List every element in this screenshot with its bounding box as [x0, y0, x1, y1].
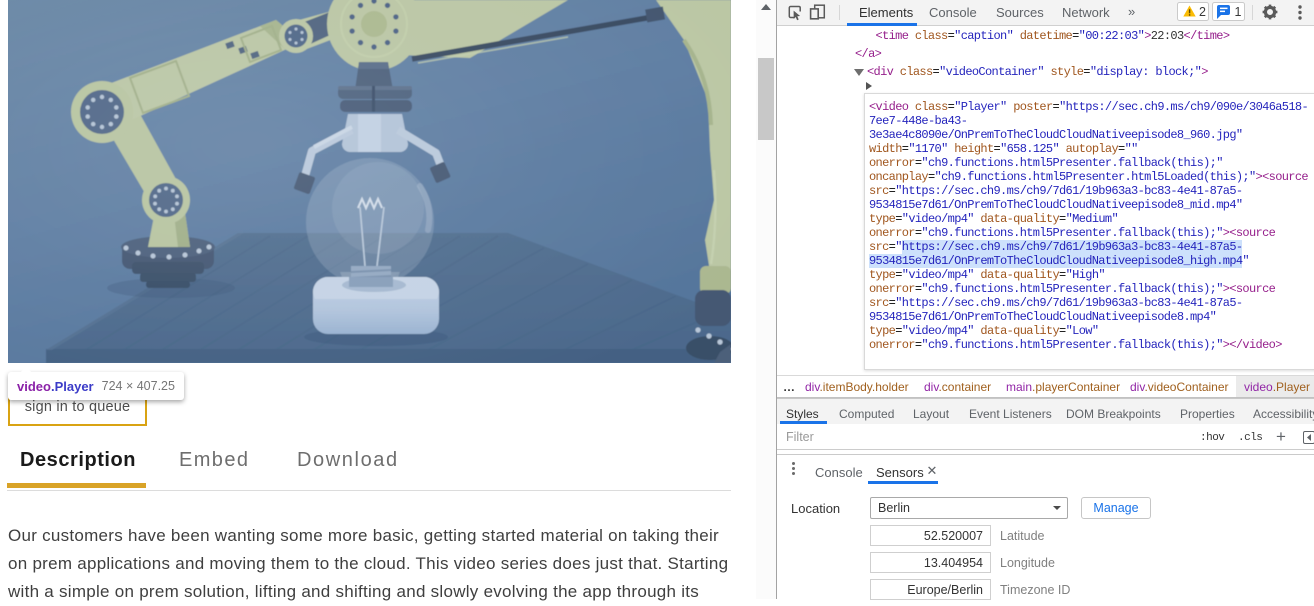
svg-text:2: 2	[1199, 5, 1206, 19]
svg-text:1: 1	[1235, 5, 1242, 19]
